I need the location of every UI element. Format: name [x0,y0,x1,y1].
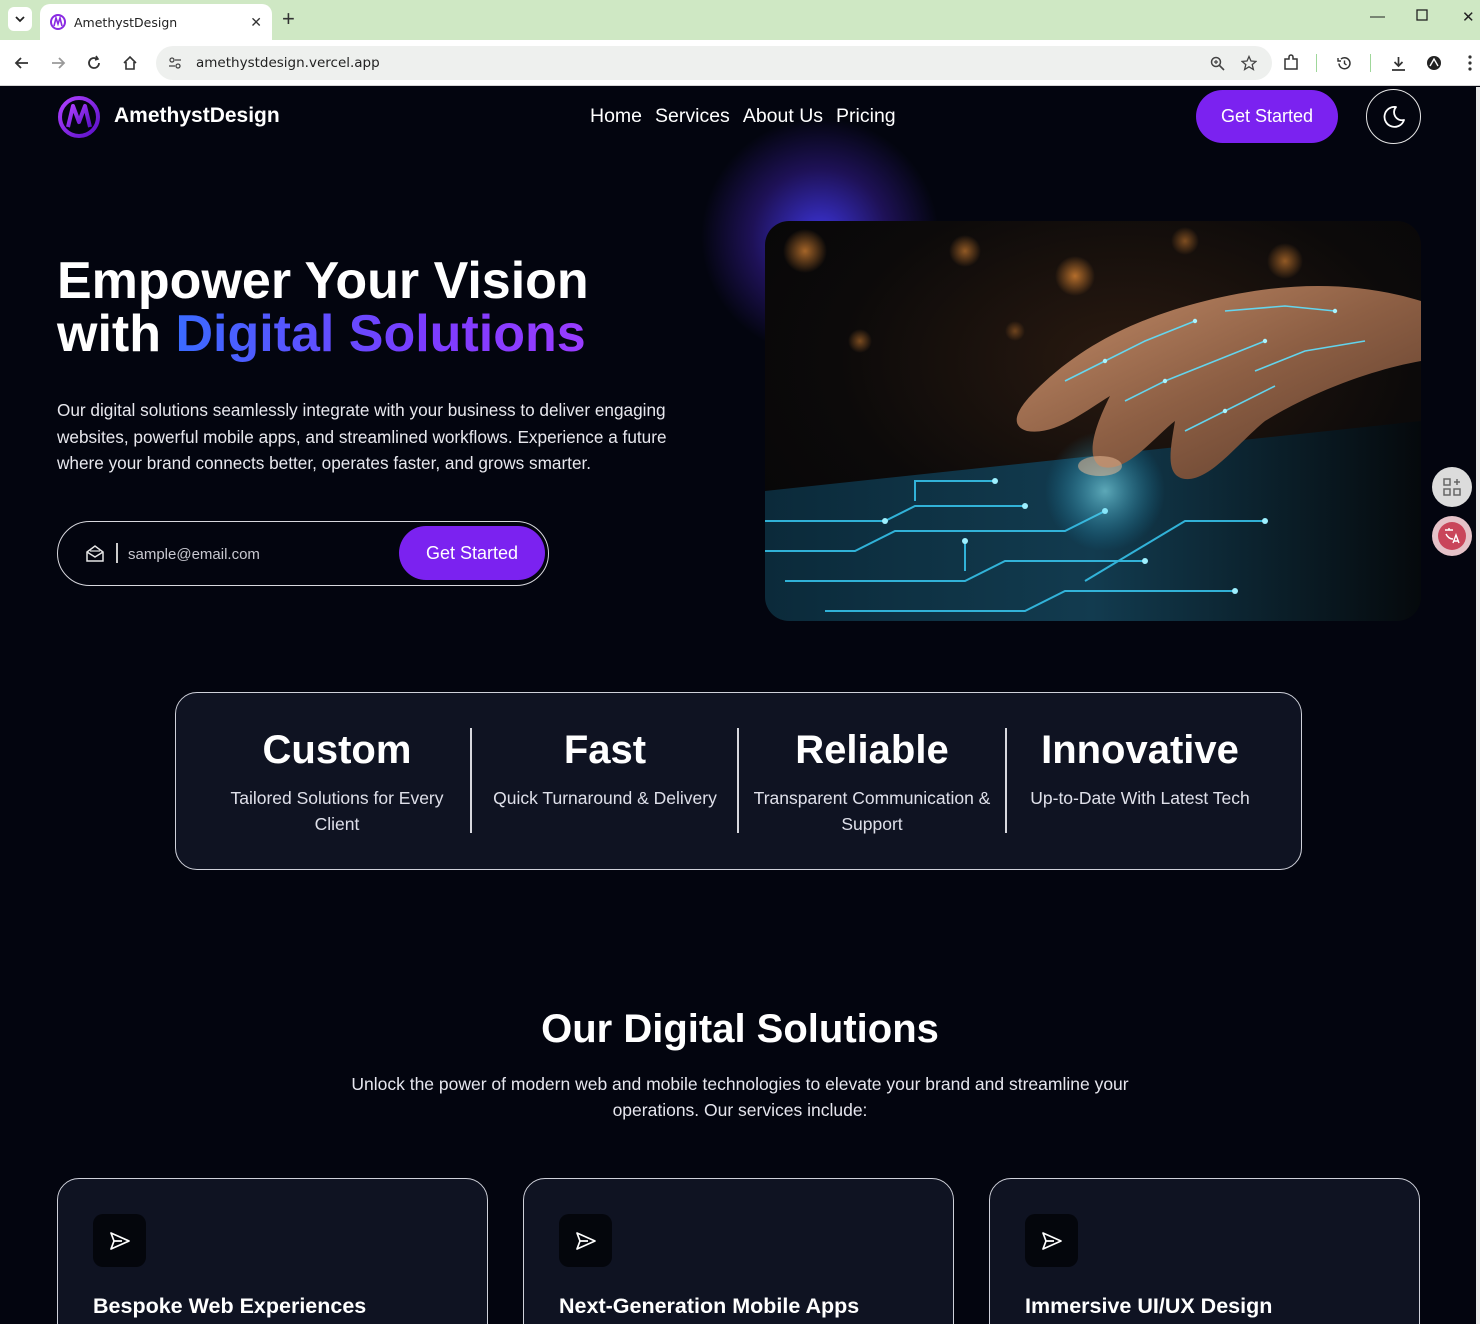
feature-title: Innovative [1041,728,1239,772]
chevron-down-icon [15,16,25,23]
send-icon [93,1214,146,1267]
feature-title: Fast [563,728,647,772]
profile-avatar-icon[interactable] [1424,53,1444,73]
new-tab-button[interactable]: + [282,6,295,32]
hero-description: Our digital solutions seamlessly integra… [57,400,667,473]
solutions-description: Unlock the power of modern web and mobil… [351,1074,1129,1120]
browser-tab[interactable]: AmethystDesign ✕ [40,4,272,40]
toolbar-divider [1370,54,1371,72]
feature-custom: Custom Tailored Solutions for Every Clie… [203,728,471,837]
hero-get-started-button[interactable]: Get Started [399,526,545,580]
forward-arrow-icon[interactable] [46,51,70,75]
nav-link-services[interactable]: Services [655,105,730,128]
service-card-uiux[interactable]: Immersive UI/UX Design [989,1178,1420,1324]
hero-title: Empower Your Vision with Digital Solutio… [57,255,589,361]
feature-subtitle: Up-to-Date With Latest Tech [1030,788,1250,808]
features-strip: Custom Tailored Solutions for Every Clie… [175,692,1302,870]
back-arrow-icon[interactable] [10,51,34,75]
browser-tabbar: AmethystDesign ✕ + — ✕ [0,0,1480,40]
apps-grid-widget[interactable] [1432,467,1472,507]
tab-title: AmethystDesign [74,14,178,30]
zoom-icon[interactable] [1208,54,1226,72]
hero-title-with: with [57,305,161,363]
service-card-mobile[interactable]: Next-Generation Mobile Apps [523,1178,954,1324]
maximize-icon[interactable] [1416,8,1428,25]
browser-toolbar: amethystdesign.vercel.app [0,40,1480,86]
feature-subtitle: Tailored Solutions for Every Client [230,788,444,834]
window-close-icon[interactable]: ✕ [1462,8,1475,26]
feature-fast: Fast Quick Turnaround & Delivery [471,728,739,811]
feature-title: Reliable [795,728,949,772]
service-card-title: Next-Generation Mobile Apps [559,1294,860,1318]
tab-close-icon[interactable]: ✕ [250,14,262,31]
history-icon[interactable] [1334,53,1354,73]
feature-subtitle: Transparent Communication & Support [753,788,991,834]
service-card-title: Immersive UI/UX Design [1025,1294,1273,1318]
theme-toggle-button[interactable] [1366,89,1421,144]
mail-icon [86,545,104,562]
nav-link-home[interactable]: Home [590,105,642,128]
feature-subtitle: Quick Turnaround & Delivery [493,788,717,808]
service-card-title: Bespoke Web Experiences [93,1294,367,1318]
feature-title: Custom [262,728,412,772]
moon-icon [1383,105,1405,128]
email-signup-form: Get Started [57,521,549,586]
service-card-web[interactable]: Bespoke Web Experiences [57,1178,488,1324]
address-bar[interactable]: amethystdesign.vercel.app [156,46,1272,80]
brand-name[interactable]: AmethystDesign [114,104,280,128]
menu-kebab-icon[interactable] [1460,53,1480,73]
url-text[interactable]: amethystdesign.vercel.app [196,55,380,71]
bookmark-star-icon[interactable] [1240,54,1258,72]
hero-title-line1: Empower Your Vision [57,252,589,310]
send-icon [1025,1214,1078,1267]
reload-icon[interactable] [82,51,106,75]
page-viewport: AmethystDesign Home Services About Us Pr… [0,87,1480,1324]
toolbar-divider [1316,54,1317,72]
feature-innovative: Innovative Up-to-Date With Latest Tech [1006,728,1274,811]
translate-widget[interactable] [1432,516,1472,556]
page-scrollbar[interactable] [1476,87,1480,1324]
site-info-icon[interactable] [166,54,184,72]
solutions-title: Our Digital Solutions [541,1007,939,1051]
amethyst-logo-icon [50,14,66,30]
home-icon[interactable] [118,51,142,75]
grid-icon [1443,478,1461,496]
tab-search-button[interactable] [8,7,32,31]
hero-image [765,221,1421,621]
nav-link-pricing[interactable]: Pricing [836,105,896,128]
site-navbar: AmethystDesign Home Services About Us Pr… [0,87,1480,147]
hero-title-highlight: Digital Solutions [175,305,586,363]
email-input[interactable] [128,540,388,568]
download-icon[interactable] [1388,53,1408,73]
minimize-icon[interactable]: — [1370,8,1385,25]
translate-icon [1438,522,1466,550]
main-nav: Home Services About Us Pricing [590,105,896,128]
get-started-button[interactable]: Get Started [1196,90,1338,143]
extensions-icon[interactable] [1281,53,1301,73]
amethyst-logo-icon[interactable] [57,95,101,139]
feature-reliable: Reliable Transparent Communication & Sup… [738,728,1006,837]
nav-link-about-us[interactable]: About Us [743,105,823,128]
input-divider [116,543,118,563]
send-icon [559,1214,612,1267]
